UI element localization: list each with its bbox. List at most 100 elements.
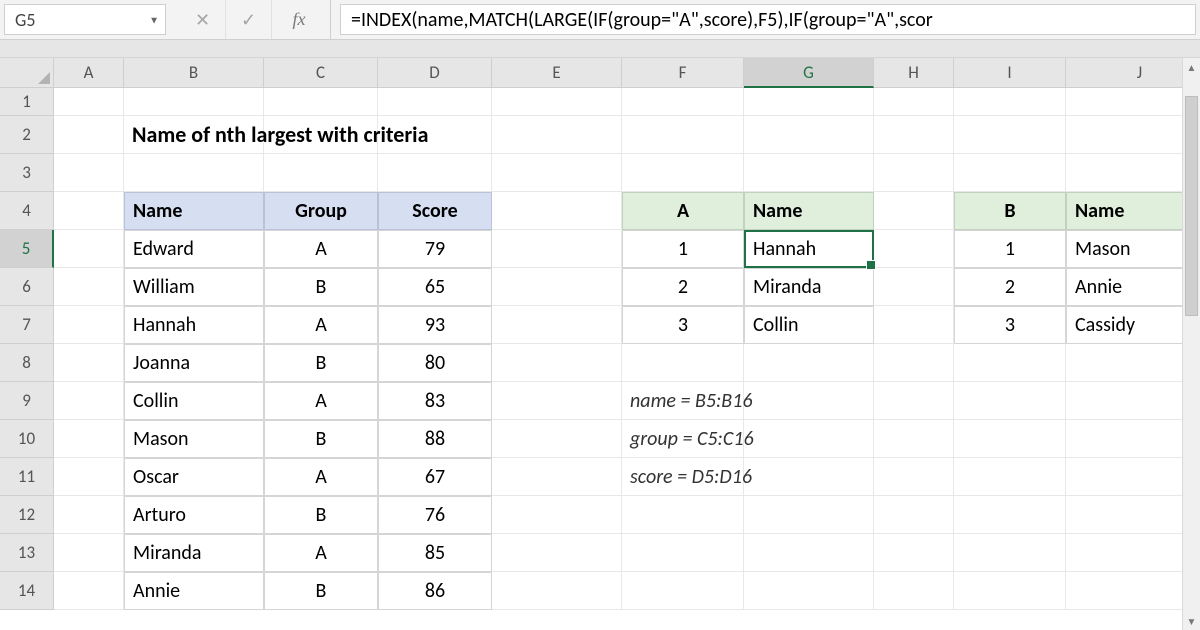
- cell-J13[interactable]: [1066, 534, 1200, 572]
- cell-D8[interactable]: 80: [378, 344, 492, 382]
- enter-button[interactable]: ✓: [226, 0, 272, 39]
- cell-B9[interactable]: Collin: [124, 382, 264, 420]
- cell-H1[interactable]: [874, 88, 954, 116]
- cell-J8[interactable]: [1066, 344, 1200, 382]
- cell-E10[interactable]: [492, 420, 622, 458]
- cell-C11[interactable]: A: [264, 458, 378, 496]
- cell-E9[interactable]: [492, 382, 622, 420]
- cell-B7[interactable]: Hannah: [124, 306, 264, 344]
- cell-J2[interactable]: [1066, 116, 1200, 154]
- cell-C9[interactable]: A: [264, 382, 378, 420]
- cell-I6[interactable]: 2: [954, 268, 1066, 306]
- cell-J14[interactable]: [1066, 572, 1200, 610]
- cell-J9[interactable]: [1066, 382, 1200, 420]
- cell-B1[interactable]: [124, 88, 264, 116]
- cell-A11[interactable]: [54, 458, 124, 496]
- cell-A8[interactable]: [54, 344, 124, 382]
- cell-D13[interactable]: 85: [378, 534, 492, 572]
- cell-G3[interactable]: [744, 154, 874, 192]
- cell-E6[interactable]: [492, 268, 622, 306]
- cell-J1[interactable]: [1066, 88, 1200, 116]
- cell-B2[interactable]: Name of nth largest with criteria: [124, 116, 264, 154]
- cell-E11[interactable]: [492, 458, 622, 496]
- cell-G11[interactable]: [744, 458, 874, 496]
- cell-G6[interactable]: Miranda: [744, 268, 874, 306]
- cell-G12[interactable]: [744, 496, 874, 534]
- row-header-6[interactable]: 6: [0, 268, 54, 306]
- cell-H10[interactable]: [874, 420, 954, 458]
- cell-H6[interactable]: [874, 268, 954, 306]
- cell-C7[interactable]: A: [264, 306, 378, 344]
- cell-I12[interactable]: [954, 496, 1066, 534]
- cell-I2[interactable]: [954, 116, 1066, 154]
- cell-E2[interactable]: [492, 116, 622, 154]
- cell-J7[interactable]: Cassidy: [1066, 306, 1200, 344]
- cell-C6[interactable]: B: [264, 268, 378, 306]
- row-header-10[interactable]: 10: [0, 420, 54, 458]
- cell-I11[interactable]: [954, 458, 1066, 496]
- cell-E13[interactable]: [492, 534, 622, 572]
- cell-C3[interactable]: [264, 154, 378, 192]
- row-header-2[interactable]: 2: [0, 116, 54, 154]
- vertical-scrollbar[interactable]: ▲ ▼: [1182, 58, 1200, 630]
- cell-I7[interactable]: 3: [954, 306, 1066, 344]
- cell-E4[interactable]: [492, 192, 622, 230]
- cell-G13[interactable]: [744, 534, 874, 572]
- cell-D5[interactable]: 79: [378, 230, 492, 268]
- cell-J11[interactable]: [1066, 458, 1200, 496]
- cell-C13[interactable]: A: [264, 534, 378, 572]
- cell-B6[interactable]: William: [124, 268, 264, 306]
- cell-D10[interactable]: 88: [378, 420, 492, 458]
- cell-B13[interactable]: Miranda: [124, 534, 264, 572]
- cell-A13[interactable]: [54, 534, 124, 572]
- cell-D9[interactable]: 83: [378, 382, 492, 420]
- cell-I1[interactable]: [954, 88, 1066, 116]
- cell-H12[interactable]: [874, 496, 954, 534]
- cell-B3[interactable]: [124, 154, 264, 192]
- cell-F13[interactable]: [622, 534, 744, 572]
- cell-B12[interactable]: Arturo: [124, 496, 264, 534]
- cell-G2[interactable]: [744, 116, 874, 154]
- cell-J10[interactable]: [1066, 420, 1200, 458]
- cell-B5[interactable]: Edward: [124, 230, 264, 268]
- scroll-thumb[interactable]: [1185, 96, 1198, 316]
- cell-G7[interactable]: Collin: [744, 306, 874, 344]
- cell-I9[interactable]: [954, 382, 1066, 420]
- cell-F7[interactable]: 3: [622, 306, 744, 344]
- cell-J4[interactable]: Name: [1066, 192, 1200, 230]
- cell-A3[interactable]: [54, 154, 124, 192]
- dropdown-icon[interactable]: ▼: [149, 13, 159, 26]
- cell-B4[interactable]: Name: [124, 192, 264, 230]
- cell-E3[interactable]: [492, 154, 622, 192]
- row-header-4[interactable]: 4: [0, 192, 54, 230]
- row-header-1[interactable]: 1: [0, 88, 54, 116]
- cell-C8[interactable]: B: [264, 344, 378, 382]
- col-header-C[interactable]: C: [264, 58, 378, 88]
- cell-I5[interactable]: 1: [954, 230, 1066, 268]
- col-header-E[interactable]: E: [492, 58, 622, 88]
- cell-G8[interactable]: [744, 344, 874, 382]
- cell-F4[interactable]: A: [622, 192, 744, 230]
- cell-F6[interactable]: 2: [622, 268, 744, 306]
- col-header-I[interactable]: I: [954, 58, 1066, 88]
- cell-A2[interactable]: [54, 116, 124, 154]
- row-header-7[interactable]: 7: [0, 306, 54, 344]
- cell-H7[interactable]: [874, 306, 954, 344]
- cell-G9[interactable]: [744, 382, 874, 420]
- col-header-G[interactable]: G: [744, 58, 874, 88]
- worksheet-grid[interactable]: ABCDEFGHIJ 1234567891011121314 Name of n…: [0, 58, 1200, 630]
- cell-I4[interactable]: B: [954, 192, 1066, 230]
- cell-H2[interactable]: [874, 116, 954, 154]
- col-header-A[interactable]: A: [54, 58, 124, 88]
- cell-A14[interactable]: [54, 572, 124, 610]
- insert-function-button[interactable]: fx: [272, 0, 326, 39]
- col-header-H[interactable]: H: [874, 58, 954, 88]
- cell-E12[interactable]: [492, 496, 622, 534]
- cell-A4[interactable]: [54, 192, 124, 230]
- cell-G1[interactable]: [744, 88, 874, 116]
- cell-E1[interactable]: [492, 88, 622, 116]
- cell-F3[interactable]: [622, 154, 744, 192]
- col-header-J[interactable]: J: [1066, 58, 1200, 88]
- cell-J5[interactable]: Mason: [1066, 230, 1200, 268]
- cell-I3[interactable]: [954, 154, 1066, 192]
